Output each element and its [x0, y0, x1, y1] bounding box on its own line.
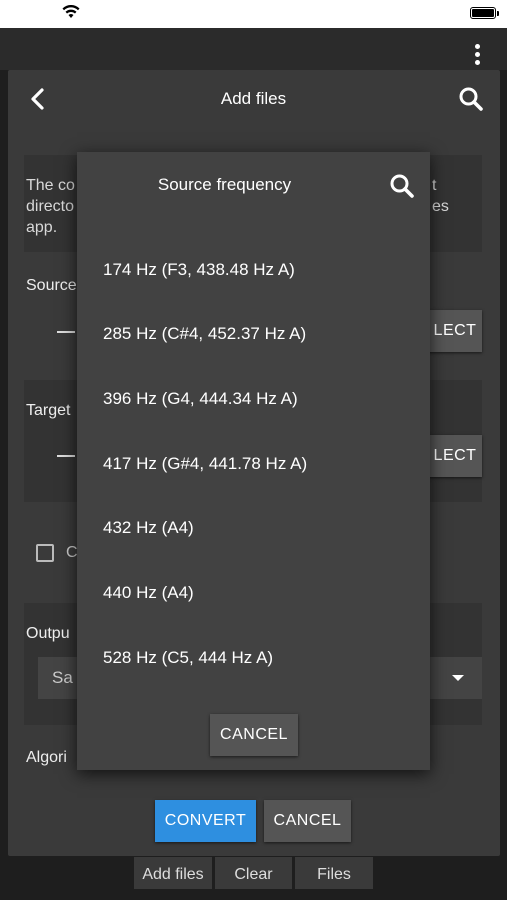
source-select-button[interactable]: LECT — [422, 310, 482, 352]
target-label: Target — [26, 402, 71, 419]
frequency-option-440[interactable]: 440 Hz (A4) — [77, 583, 430, 647]
description-text-tail: t es — [432, 177, 449, 215]
clock: 6:35 PM — [225, 5, 282, 22]
algorithm-label: Algori — [26, 749, 67, 766]
tab-add-files[interactable]: Add files — [134, 857, 212, 889]
battery-tip — [497, 11, 499, 16]
popup-title: Source frequency — [157, 175, 292, 194]
frequency-option-528[interactable]: 528 Hz (C5, 444 Hz A) — [77, 648, 430, 712]
target-select-button[interactable]: LECT — [422, 435, 482, 477]
dialog-title: Add files — [220, 89, 287, 108]
frequency-option-174[interactable]: 174 Hz (F3, 438.48 Hz A) — [77, 260, 430, 324]
tab-clear[interactable]: Clear — [215, 857, 292, 889]
description-text: The co directo app. — [26, 177, 75, 236]
search-icon[interactable] — [458, 86, 484, 112]
checkbox-label: C — [66, 544, 78, 561]
app-bar — [0, 28, 507, 70]
convert-button[interactable]: CONVERT — [155, 800, 256, 842]
output-value: Sa — [52, 668, 73, 687]
popup-cancel-button[interactable]: CANCEL — [210, 714, 298, 756]
option-checkbox[interactable] — [36, 544, 54, 562]
output-label: Outpu — [26, 625, 70, 642]
frequency-option-285[interactable]: 285 Hz (C#4, 452.37 Hz A) — [77, 324, 430, 388]
source-value — [57, 331, 75, 333]
dropdown-arrow-icon[interactable] — [452, 675, 464, 681]
frequency-option-417[interactable]: 417 Hz (G#4, 441.78 Hz A) — [77, 454, 430, 518]
battery-icon — [470, 7, 496, 19]
frequency-option-396[interactable]: 396 Hz (G4, 444.34 Hz A) — [77, 389, 430, 453]
source-label: Source — [26, 277, 77, 294]
cancel-button[interactable]: CANCEL — [264, 800, 351, 842]
popup-search-icon[interactable] — [389, 173, 415, 199]
target-value — [57, 455, 75, 457]
frequency-option-432[interactable]: 432 Hz (A4) — [77, 518, 430, 582]
tab-files[interactable]: Files — [295, 857, 373, 889]
more-vert-icon[interactable] — [470, 44, 484, 70]
